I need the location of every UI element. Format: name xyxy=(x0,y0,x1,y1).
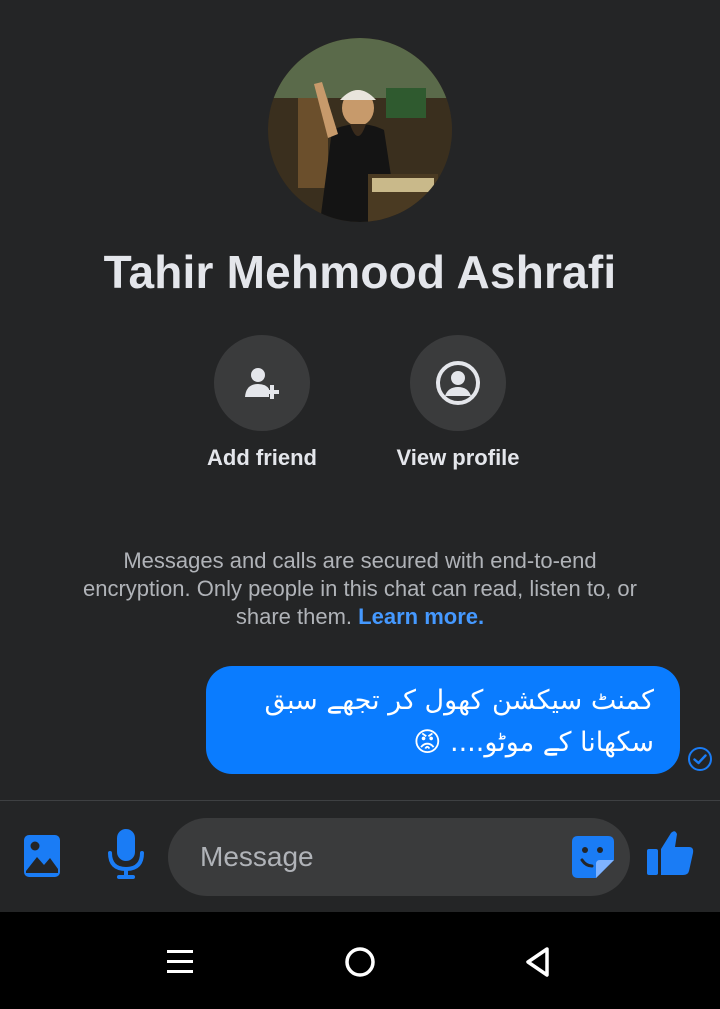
back-button[interactable] xyxy=(516,940,560,984)
avatar-photo xyxy=(268,38,452,222)
angry-emoji: 😡 xyxy=(413,727,442,758)
microphone-button[interactable] xyxy=(104,826,148,882)
back-triangle-icon xyxy=(526,947,549,977)
thumbs-up-icon xyxy=(647,831,694,875)
photo-button[interactable] xyxy=(20,828,64,882)
message-field[interactable] xyxy=(168,818,630,896)
system-navigation-bar xyxy=(0,912,720,1009)
outgoing-message-bubble[interactable]: کمنٹ سیکشن کھول کر تجھے سبق سکھانا کے مو… xyxy=(206,666,680,774)
learn-more-link[interactable]: Learn more. xyxy=(358,604,484,629)
view-profile-action[interactable]: View profile xyxy=(363,335,553,471)
contact-name: Tahir Mehmood Ashrafi xyxy=(103,246,617,298)
sticker-button[interactable] xyxy=(568,832,618,882)
sticker-icon xyxy=(572,836,614,878)
like-button[interactable] xyxy=(644,826,696,882)
profile-avatar[interactable] xyxy=(268,38,452,222)
view-profile-button[interactable] xyxy=(410,335,506,431)
message-input[interactable] xyxy=(200,818,560,896)
encryption-notice: Messages and calls are secured with end-… xyxy=(80,547,640,631)
add-person-icon xyxy=(245,368,279,399)
message-line-2-text: سکھانا کے موٹو.... xyxy=(450,727,654,758)
add-friend-button[interactable] xyxy=(214,335,310,431)
check-circle-icon xyxy=(688,747,712,771)
add-friend-action[interactable]: Add friend xyxy=(167,335,357,471)
microphone-icon xyxy=(108,829,144,879)
home-button[interactable] xyxy=(338,940,382,984)
add-friend-label: Add friend xyxy=(207,445,317,470)
profile-circle-icon xyxy=(436,361,480,405)
composer-divider xyxy=(0,800,720,801)
message-line-2: سکھانا کے موٹو.... 😡 xyxy=(230,722,654,764)
menu-icon xyxy=(167,950,193,973)
home-circle-icon xyxy=(345,947,375,977)
photo-icon xyxy=(24,835,60,877)
recent-apps-button[interactable] xyxy=(158,940,202,984)
message-line-1: کمنٹ سیکشن کھول کر تجھے سبق xyxy=(264,685,654,716)
view-profile-label: View profile xyxy=(396,445,520,470)
